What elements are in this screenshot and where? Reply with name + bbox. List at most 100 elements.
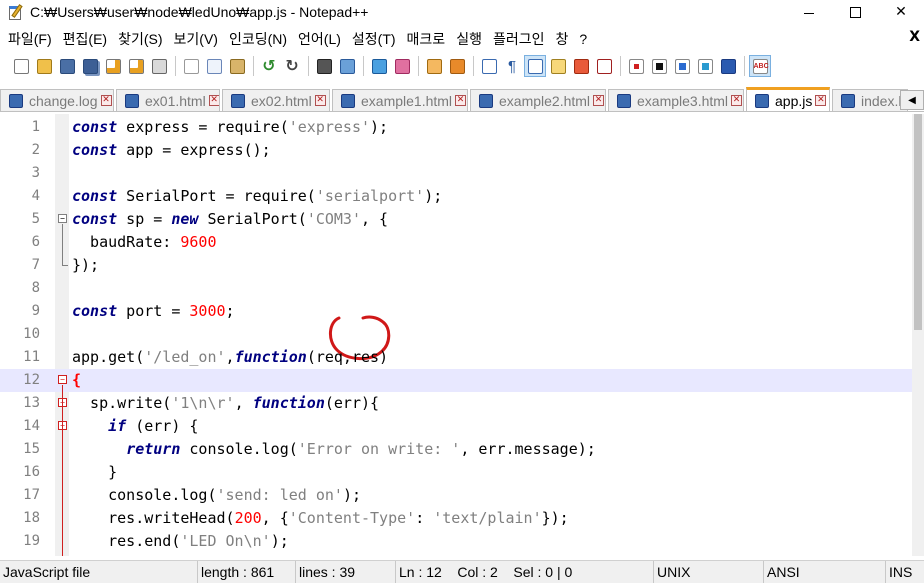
line-number: 4 (31, 188, 40, 204)
tab-example1-html[interactable]: example1.html ✕ (332, 89, 468, 111)
menu-item-7[interactable]: 매크로 (403, 29, 453, 49)
code-line[interactable]: 17 console.log('send: led on'); (0, 484, 912, 507)
code-line[interactable]: 13 sp.write('1\n\r', function(err){ (0, 392, 912, 415)
code-line[interactable]: 3 (0, 162, 912, 185)
zoom-in-button[interactable] (368, 55, 390, 77)
line-number: 8 (31, 280, 40, 296)
sync-vertical-icon (426, 58, 442, 74)
menu-item-2[interactable]: 찾기(S) (114, 29, 169, 49)
cut-button[interactable] (180, 55, 202, 77)
minimize-button[interactable] (786, 0, 832, 24)
code-line[interactable]: 16 } (0, 461, 912, 484)
open-file-button[interactable] (33, 55, 55, 77)
menu-bar: 파일(F) 편집(E) 찾기(S) 보기(V) 인코딩(N) 언어(L) 설정(T) 매크로 실… (0, 28, 924, 50)
tab-close-icon[interactable]: ✕ (100, 95, 112, 106)
copy-button[interactable] (203, 55, 225, 77)
run-macro-multiple-button[interactable] (694, 55, 716, 77)
folder-workspace-button[interactable] (593, 55, 615, 77)
replace-button[interactable] (336, 55, 358, 77)
close-file-button[interactable] (102, 55, 124, 77)
line-number: 2 (31, 142, 40, 158)
tab-example2-html[interactable]: example2.html ✕ (470, 89, 606, 111)
fold-toggle-icon[interactable]: − (58, 214, 67, 223)
tab-label: example3.html (637, 92, 729, 109)
undo-button[interactable]: ↺ (258, 55, 280, 77)
sync-horizontal-button[interactable] (446, 55, 468, 77)
spell-check-button[interactable]: ABC (749, 55, 771, 77)
menu-item-10[interactable]: 창 (551, 29, 575, 49)
code-line[interactable]: 19 res.end('LED On\n'); (0, 530, 912, 553)
close-window-button[interactable]: ✕ (878, 0, 924, 24)
scrollbar-thumb[interactable] (914, 114, 922, 330)
doc-map-button[interactable] (547, 55, 569, 77)
save-all-button[interactable] (79, 55, 101, 77)
close-document-button[interactable]: X (909, 29, 920, 45)
code-token: SerialPort( (198, 210, 307, 228)
cut-icon (183, 58, 199, 74)
code-line[interactable]: 5 const sp = new SerialPort('COM3', { (0, 208, 912, 231)
maximize-button[interactable] (832, 0, 878, 24)
save-macro-button[interactable] (717, 55, 739, 77)
indent-guide-button[interactable] (524, 55, 546, 77)
tab-close-icon[interactable]: ✕ (455, 95, 467, 106)
menu-item-0[interactable]: 파일(F) (4, 29, 59, 49)
print-button[interactable] (148, 55, 170, 77)
code-line[interactable]: 8 (0, 277, 912, 300)
code-line[interactable]: 4 const SerialPort = require('serialport'… (0, 185, 912, 208)
code-line[interactable]: 6 baudRate: 9600 (0, 231, 912, 254)
sync-vertical-button[interactable] (423, 55, 445, 77)
menu-item-1[interactable]: 편집(E) (59, 29, 114, 49)
vertical-scrollbar[interactable] (912, 114, 924, 556)
save-button[interactable] (56, 55, 78, 77)
new-file-button[interactable] (10, 55, 32, 77)
tab-close-icon[interactable]: ✕ (815, 95, 827, 106)
code-line[interactable]: 9 const port = 3000; (0, 300, 912, 323)
code-line[interactable]: 12 { (0, 369, 912, 392)
code-line[interactable]: 7}); (0, 254, 912, 277)
menu-item-3[interactable]: 보기(V) (170, 29, 225, 49)
code-line[interactable]: 2 const app = express(); (0, 139, 912, 162)
show-all-chars-button[interactable]: ¶ (501, 55, 523, 77)
tab-close-icon[interactable]: ✕ (593, 95, 605, 106)
menu-item-8[interactable]: 실행 (452, 29, 489, 49)
menu-item-6[interactable]: 설정(T) (348, 29, 403, 49)
code-text: const express = require('express'); (72, 116, 388, 139)
menu-item-4[interactable]: 인코딩(N) (225, 29, 294, 49)
code-editor[interactable]: 1 const express = require('express'); 2 con… (0, 114, 912, 556)
tab-ex01-html[interactable]: ex01.html ✕ (116, 89, 220, 111)
record-macro-button[interactable] (625, 55, 647, 77)
tab-scroll-left-button[interactable]: ◀ (900, 90, 924, 110)
code-line[interactable]: 11 app.get('/led_on',function(req,res) (0, 346, 912, 369)
tab-example3-html[interactable]: example3.html ✕ (608, 89, 744, 111)
play-macro-button[interactable] (671, 55, 693, 77)
word-wrap-button[interactable] (478, 55, 500, 77)
tab-index-h[interactable]: index.h (832, 89, 908, 111)
fold-toggle-icon[interactable]: − (58, 375, 67, 384)
tab-close-icon[interactable]: ✕ (208, 95, 219, 106)
code-line[interactable]: 18 res.writeHead(200, {'Content-Type': '… (0, 507, 912, 530)
line-number: 12 (23, 372, 40, 388)
code-line[interactable]: 15 return console.log('Error on write: '… (0, 438, 912, 461)
code-line[interactable]: 1 const express = require('express'); (0, 116, 912, 139)
save-icon (59, 58, 75, 74)
status-encoding[interactable]: ANSI (764, 560, 886, 583)
tab-close-icon[interactable]: ✕ (314, 95, 326, 106)
paste-icon (229, 58, 245, 74)
menu-item-5[interactable]: 언어(L) (294, 29, 348, 49)
close-all-button[interactable] (125, 55, 147, 77)
tab-ex02-html[interactable]: ex02.html ✕ (222, 89, 330, 111)
paste-button[interactable] (226, 55, 248, 77)
zoom-out-button[interactable] (391, 55, 413, 77)
menu-item-9[interactable]: 플러그인 (489, 29, 552, 49)
code-line[interactable]: 10 (0, 323, 912, 346)
status-eol[interactable]: UNIX (654, 560, 764, 583)
function-list-button[interactable] (570, 55, 592, 77)
redo-button[interactable]: ↻ (281, 55, 303, 77)
menu-item-11[interactable]: ? (575, 31, 594, 47)
tab-close-icon[interactable]: ✕ (731, 95, 743, 106)
find-button[interactable] (313, 55, 335, 77)
code-line[interactable]: 14 if (err) { (0, 415, 912, 438)
tab-app-js[interactable]: app.js ✕ (746, 87, 830, 111)
tab-change-log[interactable]: change.log ✕ (0, 89, 114, 111)
stop-macro-button[interactable] (648, 55, 670, 77)
